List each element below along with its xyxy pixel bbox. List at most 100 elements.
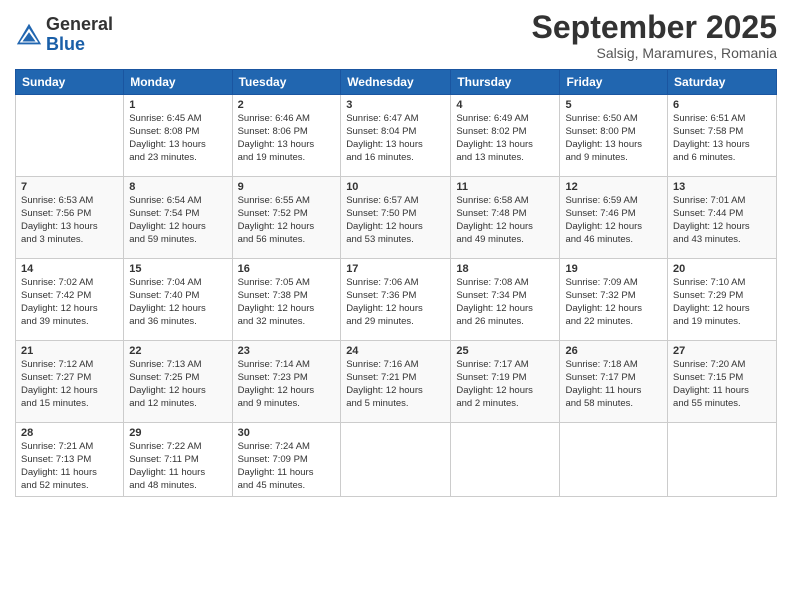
calendar-cell: 11Sunrise: 6:58 AM Sunset: 7:48 PM Dayli… (451, 177, 560, 259)
day-number: 6 (673, 99, 771, 111)
calendar-cell: 4 Sunrise: 6:49 AM Sunset: 8:02 PM Daylig… (451, 95, 560, 177)
day-number: 5 (565, 99, 662, 111)
weekday-header-monday: Monday (124, 70, 232, 95)
day-info: Sunrise: 6:59 AM Sunset: 7:46 PM Dayligh… (565, 195, 662, 246)
calendar-cell: 13 Sunrise: 7:01 AM Sunset: 7:44 PM Dayli… (668, 177, 777, 259)
day-info: Sunrise: 7:17 AM Sunset: 7:19 PM Dayligh… (456, 359, 554, 410)
calendar-cell: 2Sunrise: 6:46 AM Sunset: 8:06 PM Daylig… (232, 95, 341, 177)
day-number: 10 (346, 181, 445, 193)
week-row-3: 14Sunrise: 7:02 AM Sunset: 7:42 PM Dayli… (16, 259, 777, 341)
calendar-cell: 8 Sunrise: 6:54 AM Sunset: 7:54 PM Daylig… (124, 177, 232, 259)
calendar: SundayMondayTuesdayWednesdayThursdayFrid… (15, 69, 777, 497)
day-info: Sunrise: 7:02 AM Sunset: 7:42 PM Dayligh… (21, 277, 118, 328)
day-number: 7 (21, 181, 118, 193)
day-number: 4 (456, 99, 554, 111)
week-row-4: 21 Sunrise: 7:12 AM Sunset: 7:27 PM Dayli… (16, 341, 777, 423)
calendar-cell: 23 Sunrise: 7:14 AM Sunset: 7:23 PM Dayli… (232, 341, 341, 423)
calendar-cell (16, 95, 124, 177)
day-number: 27 (673, 345, 771, 357)
day-info: Sunrise: 7:13 AM Sunset: 7:25 PM Dayligh… (129, 359, 226, 410)
day-info: Sunrise: 7:01 AM Sunset: 7:44 PM Dayligh… (673, 195, 771, 246)
day-info: Sunrise: 6:55 AM Sunset: 7:52 PM Dayligh… (238, 195, 336, 246)
logo-blue: Blue (46, 34, 85, 54)
location: Salsig, Maramures, Romania (532, 45, 777, 61)
page: General Blue September 2025 Salsig, Mara… (0, 0, 792, 612)
day-number: 26 (565, 345, 662, 357)
day-number: 13 (673, 181, 771, 193)
day-number: 17 (346, 263, 445, 275)
calendar-cell: 21 Sunrise: 7:12 AM Sunset: 7:27 PM Dayli… (16, 341, 124, 423)
day-number: 25 (456, 345, 554, 357)
weekday-header-wednesday: Wednesday (341, 70, 451, 95)
calendar-cell: 17 Sunrise: 7:06 AM Sunset: 7:36 PM Dayli… (341, 259, 451, 341)
day-number: 21 (21, 345, 118, 357)
day-info: Sunrise: 7:08 AM Sunset: 7:34 PM Dayligh… (456, 277, 554, 328)
day-info: Sunrise: 7:09 AM Sunset: 7:32 PM Dayligh… (565, 277, 662, 328)
day-info: Sunrise: 6:45 AM Sunset: 8:08 PM Dayligh… (129, 113, 226, 164)
calendar-cell: 20Sunrise: 7:10 AM Sunset: 7:29 PM Dayli… (668, 259, 777, 341)
calendar-cell: 16 Sunrise: 7:05 AM Sunset: 7:38 PM Dayli… (232, 259, 341, 341)
day-info: Sunrise: 7:14 AM Sunset: 7:23 PM Dayligh… (238, 359, 336, 410)
calendar-cell: 6 Sunrise: 6:51 AM Sunset: 7:58 PM Daylig… (668, 95, 777, 177)
calendar-cell: 10 Sunrise: 6:57 AM Sunset: 7:50 PM Dayli… (341, 177, 451, 259)
logo: General Blue (15, 15, 113, 55)
calendar-cell: 1 Sunrise: 6:45 AM Sunset: 8:08 PM Daylig… (124, 95, 232, 177)
calendar-cell: 22 Sunrise: 7:13 AM Sunset: 7:25 PM Dayli… (124, 341, 232, 423)
day-info: Sunrise: 6:53 AM Sunset: 7:56 PM Dayligh… (21, 195, 118, 246)
weekday-header-friday: Friday (560, 70, 668, 95)
day-info: Sunrise: 6:49 AM Sunset: 8:02 PM Dayligh… (456, 113, 554, 164)
day-info: Sunrise: 6:58 AM Sunset: 7:48 PM Dayligh… (456, 195, 554, 246)
day-info: Sunrise: 7:06 AM Sunset: 7:36 PM Dayligh… (346, 277, 445, 328)
day-number: 8 (129, 181, 226, 193)
day-number: 19 (565, 263, 662, 275)
day-number: 12 (565, 181, 662, 193)
week-row-2: 7 Sunrise: 6:53 AM Sunset: 7:56 PM Daylig… (16, 177, 777, 259)
day-info: Sunrise: 6:54 AM Sunset: 7:54 PM Dayligh… (129, 195, 226, 246)
day-number: 22 (129, 345, 226, 357)
day-info: Sunrise: 6:50 AM Sunset: 8:00 PM Dayligh… (565, 113, 662, 164)
weekday-header-thursday: Thursday (451, 70, 560, 95)
day-number: 24 (346, 345, 445, 357)
day-info: Sunrise: 7:24 AM Sunset: 7:09 PM Dayligh… (238, 441, 336, 492)
weekday-header-saturday: Saturday (668, 70, 777, 95)
calendar-cell: 19 Sunrise: 7:09 AM Sunset: 7:32 PM Dayli… (560, 259, 668, 341)
day-info: Sunrise: 6:57 AM Sunset: 7:50 PM Dayligh… (346, 195, 445, 246)
day-info: Sunrise: 7:04 AM Sunset: 7:40 PM Dayligh… (129, 277, 226, 328)
calendar-cell (341, 423, 451, 497)
day-number: 23 (238, 345, 336, 357)
day-info: Sunrise: 7:05 AM Sunset: 7:38 PM Dayligh… (238, 277, 336, 328)
day-info: Sunrise: 6:51 AM Sunset: 7:58 PM Dayligh… (673, 113, 771, 164)
calendar-cell: 3Sunrise: 6:47 AM Sunset: 8:04 PM Daylig… (341, 95, 451, 177)
day-number: 15 (129, 263, 226, 275)
day-number: 29 (129, 427, 226, 439)
calendar-cell: 28Sunrise: 7:21 AM Sunset: 7:13 PM Dayli… (16, 423, 124, 497)
day-info: Sunrise: 7:21 AM Sunset: 7:13 PM Dayligh… (21, 441, 118, 492)
logo-text: General Blue (46, 15, 113, 55)
calendar-cell (451, 423, 560, 497)
day-info: Sunrise: 7:12 AM Sunset: 7:27 PM Dayligh… (21, 359, 118, 410)
logo-general: General (46, 14, 113, 34)
logo-icon (15, 21, 43, 49)
title-block: September 2025 Salsig, Maramures, Romani… (532, 10, 777, 61)
calendar-cell: 29Sunrise: 7:22 AM Sunset: 7:11 PM Dayli… (124, 423, 232, 497)
calendar-cell: 25 Sunrise: 7:17 AM Sunset: 7:19 PM Dayli… (451, 341, 560, 423)
day-number: 30 (238, 427, 336, 439)
weekday-header-tuesday: Tuesday (232, 70, 341, 95)
calendar-cell (560, 423, 668, 497)
day-number: 9 (238, 181, 336, 193)
day-number: 1 (129, 99, 226, 111)
day-number: 16 (238, 263, 336, 275)
header: General Blue September 2025 Salsig, Mara… (15, 10, 777, 61)
calendar-cell: 30 Sunrise: 7:24 AM Sunset: 7:09 PM Dayli… (232, 423, 341, 497)
calendar-cell: 18Sunrise: 7:08 AM Sunset: 7:34 PM Dayli… (451, 259, 560, 341)
calendar-cell: 26 Sunrise: 7:18 AM Sunset: 7:17 PM Dayli… (560, 341, 668, 423)
weekday-header-sunday: Sunday (16, 70, 124, 95)
day-info: Sunrise: 6:46 AM Sunset: 8:06 PM Dayligh… (238, 113, 336, 164)
calendar-cell: 5 Sunrise: 6:50 AM Sunset: 8:00 PM Daylig… (560, 95, 668, 177)
day-number: 20 (673, 263, 771, 275)
day-info: Sunrise: 7:18 AM Sunset: 7:17 PM Dayligh… (565, 359, 662, 410)
calendar-cell: 27Sunrise: 7:20 AM Sunset: 7:15 PM Dayli… (668, 341, 777, 423)
calendar-cell: 12 Sunrise: 6:59 AM Sunset: 7:46 PM Dayli… (560, 177, 668, 259)
calendar-cell: 7 Sunrise: 6:53 AM Sunset: 7:56 PM Daylig… (16, 177, 124, 259)
week-row-1: 1 Sunrise: 6:45 AM Sunset: 8:08 PM Daylig… (16, 95, 777, 177)
